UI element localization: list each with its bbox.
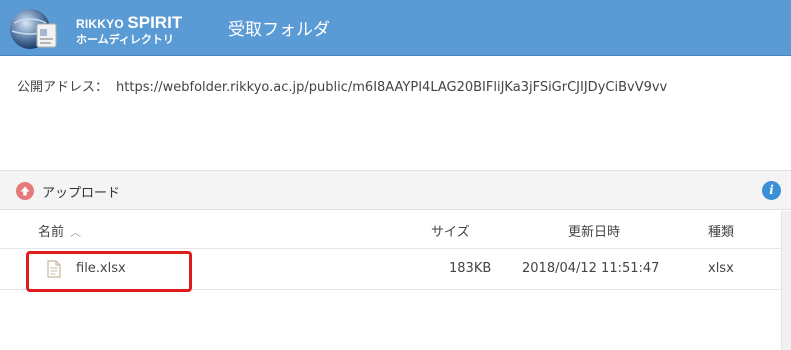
chevron-up-icon: ︿ bbox=[70, 226, 82, 239]
globe-logo-icon bbox=[10, 9, 57, 49]
file-type: xlsx bbox=[708, 261, 734, 276]
brand-name-spirit: SPIRIT bbox=[127, 13, 183, 32]
column-header-date[interactable]: 更新日時 bbox=[568, 221, 620, 240]
upload-button[interactable]: アップロード bbox=[16, 180, 120, 202]
upload-label: アップロード bbox=[42, 185, 121, 201]
brand-name: RIKKYO SPIRIT bbox=[76, 13, 182, 33]
column-header-size[interactable]: サイズ bbox=[431, 221, 470, 240]
app-header: RIKKYO SPIRIT ホームディレクトリ 受取フォルダ bbox=[0, 0, 791, 56]
file-modified-date: 2018/04/12 11:51:47 bbox=[522, 261, 660, 276]
info-icon[interactable]: i bbox=[762, 181, 781, 200]
column-header-name[interactable]: 名前 ︿ bbox=[38, 221, 81, 240]
public-address: 公開アドレス： https://webfolder.rikkyo.ac.jp/pu… bbox=[17, 76, 667, 95]
page-title: 受取フォルダ bbox=[228, 20, 330, 40]
file-table-header: 名前 ︿ サイズ 更新日時 種類 bbox=[0, 211, 781, 249]
brand-subtitle: ホームディレクトリ bbox=[76, 33, 174, 46]
column-header-type[interactable]: 種類 bbox=[708, 221, 734, 240]
vertical-scrollbar[interactable] bbox=[781, 211, 791, 350]
column-header-name-label: 名前 bbox=[38, 225, 65, 240]
file-size: 183KB bbox=[449, 261, 492, 276]
public-address-panel: 公開アドレス： https://webfolder.rikkyo.ac.jp/pu… bbox=[0, 57, 791, 170]
upload-arrow-icon bbox=[16, 182, 34, 200]
brand-logo[interactable]: RIKKYO SPIRIT ホームディレクトリ bbox=[6, 5, 182, 51]
page: RIKKYO SPIRIT ホームディレクトリ 受取フォルダ 公開アドレス： ht… bbox=[0, 0, 791, 350]
public-address-url[interactable]: https://webfolder.rikkyo.ac.jp/public/m6… bbox=[116, 80, 667, 95]
brand-name-rikkyo: RIKKYO bbox=[76, 17, 128, 31]
toolbar: アップロード i bbox=[0, 170, 791, 210]
public-address-label: 公開アドレス： bbox=[17, 80, 109, 95]
highlight-annotation bbox=[26, 251, 192, 292]
